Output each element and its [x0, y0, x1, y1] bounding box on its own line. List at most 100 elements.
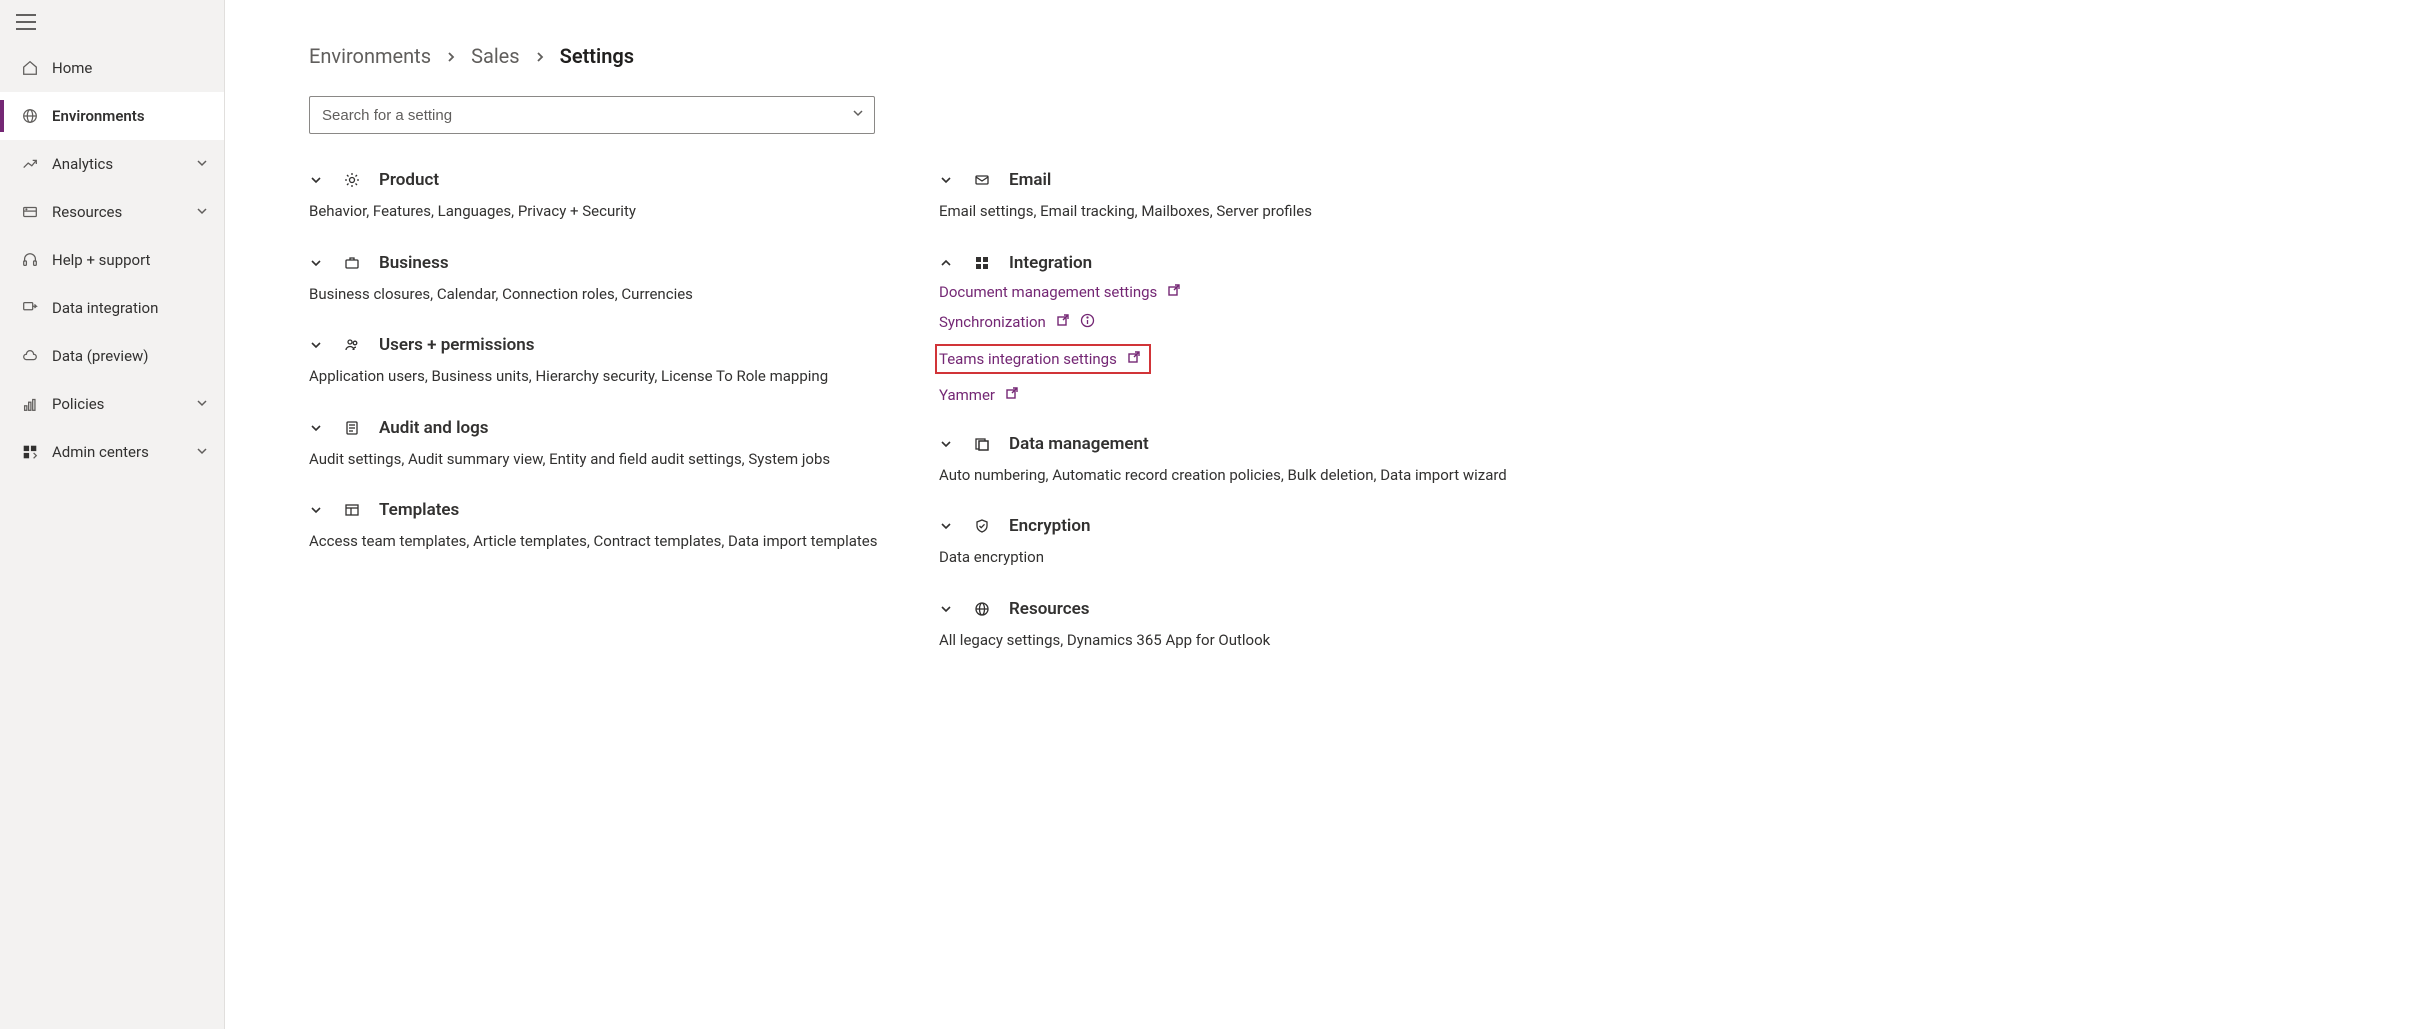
- policies-icon: [20, 394, 40, 414]
- search-input[interactable]: [322, 107, 852, 124]
- section-users-permissions: Users + permissions Application users, B…: [309, 335, 909, 388]
- chevron-down-icon: [939, 436, 955, 452]
- external-link-icon: [1127, 350, 1141, 368]
- section-data-management: Data management Auto numbering, Automati…: [939, 434, 1579, 487]
- section-subtitle: Audit settings, Audit summary view, Enti…: [309, 448, 909, 471]
- home-icon: [20, 58, 40, 78]
- sidebar-item-analytics[interactable]: Analytics: [0, 140, 224, 188]
- chevron-right-icon: [534, 44, 546, 68]
- windows-icon: [973, 254, 991, 272]
- chevron-down-icon: [939, 518, 955, 534]
- sidebar-item-label: Help + support: [52, 251, 210, 269]
- sidebar-item-label: Data (preview): [52, 347, 210, 365]
- link-teams-integration[interactable]: Teams integration settings: [935, 344, 1151, 374]
- section-header[interactable]: Encryption: [939, 516, 1579, 536]
- gear-icon: [343, 171, 361, 189]
- section-subtitle: Data encryption: [939, 546, 1579, 569]
- chevron-down-icon: [196, 397, 210, 411]
- section-templates: Templates Access team templates, Article…: [309, 500, 909, 553]
- breadcrumb: Environments Sales Settings: [309, 44, 2423, 68]
- section-subtitle: Auto numbering, Automatic record creatio…: [939, 464, 1579, 487]
- sidebar-item-label: Admin centers: [52, 443, 196, 461]
- section-title: Audit and logs: [379, 418, 489, 438]
- sidebar-item-data-integration[interactable]: Data integration: [0, 284, 224, 332]
- section-header[interactable]: Audit and logs: [309, 418, 909, 438]
- people-icon: [343, 336, 361, 354]
- section-resources: Resources All legacy settings, Dynamics …: [939, 599, 1579, 652]
- sidebar-item-resources[interactable]: Resources: [0, 188, 224, 236]
- sidebar-item-help-support[interactable]: Help + support: [0, 236, 224, 284]
- section-email: Email Email settings, Email tracking, Ma…: [939, 170, 1579, 223]
- section-title: Users + permissions: [379, 335, 534, 355]
- chevron-down-icon: [939, 601, 955, 617]
- section-subtitle: Access team templates, Article templates…: [309, 530, 909, 553]
- section-header[interactable]: Product: [309, 170, 909, 190]
- sidebar-item-admin-centers[interactable]: Admin centers: [0, 428, 224, 476]
- chevron-down-icon: [309, 420, 325, 436]
- sidebar-item-label: Home: [52, 59, 210, 77]
- globe-icon: [20, 106, 40, 126]
- breadcrumb-item[interactable]: Sales: [471, 44, 520, 68]
- shield-icon: [973, 517, 991, 535]
- breadcrumb-item[interactable]: Environments: [309, 44, 431, 68]
- nav-list: Home Environments Analytics Resources He…: [0, 44, 224, 476]
- section-header[interactable]: Users + permissions: [309, 335, 909, 355]
- section-audit-logs: Audit and logs Audit settings, Audit sum…: [309, 418, 909, 471]
- sidebar-item-policies[interactable]: Policies: [0, 380, 224, 428]
- sidebar-item-label: Data integration: [52, 299, 210, 317]
- chevron-down-icon: [196, 445, 210, 459]
- sidebar-item-label: Policies: [52, 395, 196, 413]
- section-header[interactable]: Resources: [939, 599, 1579, 619]
- section-title: Templates: [379, 500, 459, 520]
- data-integration-icon: [20, 298, 40, 318]
- data-management-icon: [973, 435, 991, 453]
- section-title: Data management: [1009, 434, 1149, 454]
- section-header[interactable]: Integration: [939, 253, 1579, 273]
- link-label: Teams integration settings: [939, 350, 1117, 368]
- sidebar-item-label: Environments: [52, 107, 210, 125]
- chevron-down-icon: [196, 157, 210, 171]
- section-business: Business Business closures, Calendar, Co…: [309, 253, 909, 306]
- section-header[interactable]: Email: [939, 170, 1579, 190]
- clipboard-icon: [343, 419, 361, 437]
- briefcase-icon: [343, 254, 361, 272]
- sidebar: Home Environments Analytics Resources He…: [0, 0, 225, 1029]
- headset-icon: [20, 250, 40, 270]
- sidebar-item-label: Resources: [52, 203, 196, 221]
- link-label: Synchronization: [939, 313, 1046, 331]
- link-synchronization[interactable]: Synchronization: [939, 313, 1579, 332]
- section-subtitle: Application users, Business units, Hiera…: [309, 365, 909, 388]
- sidebar-item-data-preview[interactable]: Data (preview): [0, 332, 224, 380]
- section-subtitle: Business closures, Calendar, Connection …: [309, 283, 909, 306]
- link-document-management[interactable]: Document management settings: [939, 283, 1579, 301]
- external-link-icon: [1056, 313, 1070, 331]
- mail-icon: [973, 171, 991, 189]
- info-icon[interactable]: [1080, 313, 1095, 332]
- chevron-down-icon: [196, 205, 210, 219]
- chart-icon: [20, 154, 40, 174]
- sidebar-item-home[interactable]: Home: [0, 44, 224, 92]
- sidebar-item-environments[interactable]: Environments: [0, 92, 224, 140]
- section-links: Document management settings Synchroniza…: [939, 283, 1579, 404]
- globe-icon: [973, 600, 991, 618]
- main-content: Environments Sales Settings Product Beha…: [225, 0, 2423, 1029]
- link-label: Document management settings: [939, 283, 1157, 301]
- breadcrumb-current: Settings: [560, 44, 634, 68]
- admin-centers-icon: [20, 442, 40, 462]
- link-yammer[interactable]: Yammer: [939, 386, 1579, 404]
- section-header[interactable]: Templates: [309, 500, 909, 520]
- section-header[interactable]: Business: [309, 253, 909, 273]
- section-title: Resources: [1009, 599, 1090, 619]
- section-title: Integration: [1009, 253, 1092, 273]
- chevron-down-icon: [309, 255, 325, 271]
- link-label: Yammer: [939, 386, 995, 404]
- hamburger-button[interactable]: [0, 0, 224, 44]
- chevron-right-icon: [445, 44, 457, 68]
- external-link-icon: [1005, 386, 1019, 404]
- search-combobox[interactable]: [309, 96, 875, 134]
- section-header[interactable]: Data management: [939, 434, 1579, 454]
- section-title: Email: [1009, 170, 1051, 190]
- chevron-down-icon: [309, 172, 325, 188]
- section-title: Product: [379, 170, 439, 190]
- section-subtitle: Behavior, Features, Languages, Privacy +…: [309, 200, 909, 223]
